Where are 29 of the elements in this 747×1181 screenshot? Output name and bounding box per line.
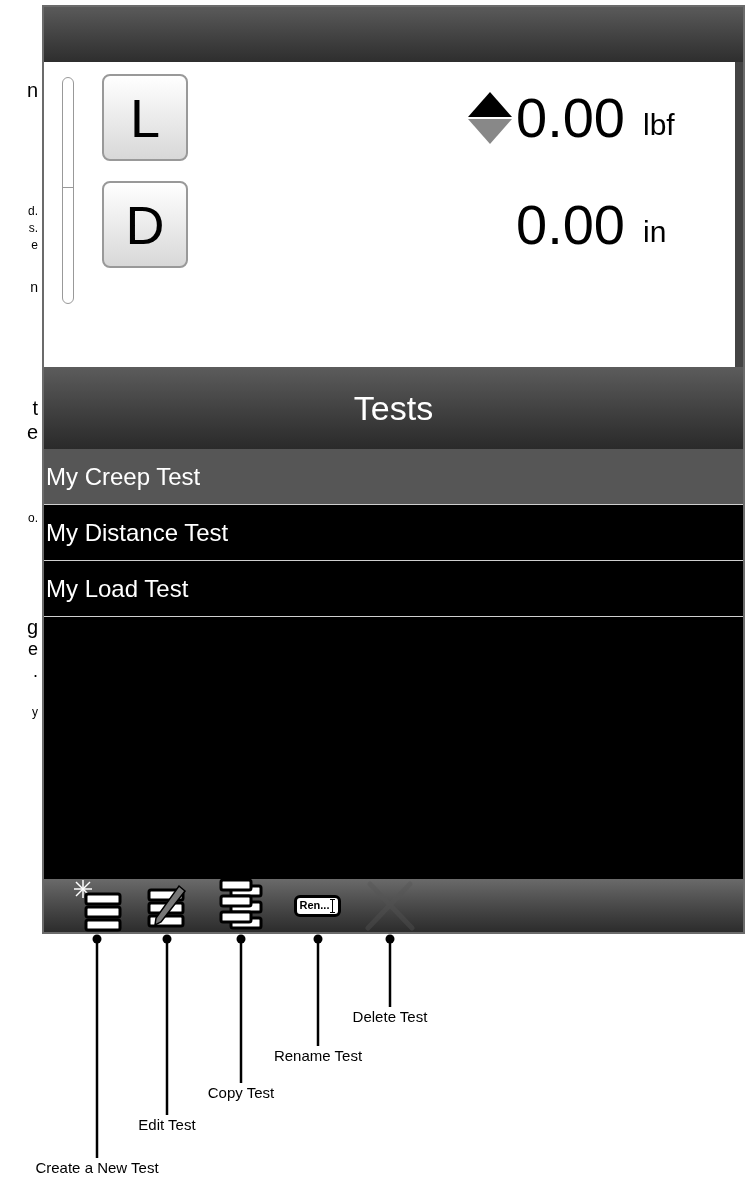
- reading-unit: in: [643, 216, 668, 247]
- text-fragment: e: [28, 640, 38, 658]
- text-fragment: s.: [28, 222, 38, 234]
- rename-button[interactable]: Ren...: [280, 880, 355, 931]
- text-fragment: d.: [28, 205, 38, 217]
- reading-value: 0.00: [516, 89, 625, 146]
- text-fragment: .: [33, 662, 38, 680]
- list-pencil-icon: [147, 883, 187, 928]
- text-fragment: e: [26, 422, 38, 442]
- callout-label: Edit Test: [138, 1117, 196, 1132]
- callout-label: Copy Test: [207, 1085, 275, 1100]
- text-fragment: o.: [28, 512, 38, 524]
- text-fragment: n: [26, 80, 38, 100]
- text-fragment: t: [32, 398, 38, 418]
- callout-label: Create a New Test: [35, 1160, 159, 1175]
- test-row[interactable]: My Creep Test: [44, 449, 743, 505]
- callout-label: Rename Test: [273, 1048, 363, 1063]
- channel-button[interactable]: L: [102, 74, 188, 161]
- channel-button[interactable]: D: [102, 181, 188, 268]
- tests-title: Tests: [353, 387, 434, 429]
- scrollbar[interactable]: [62, 77, 74, 304]
- text-fragment: g: [26, 617, 38, 637]
- text-fragment: n: [30, 280, 38, 294]
- reading-value: 0.00: [516, 196, 625, 253]
- text-fragment: y: [32, 706, 38, 718]
- text-fragment: e: [31, 239, 38, 251]
- callout-label: Delete Test: [352, 1009, 428, 1024]
- text-cursor-icon: [330, 898, 336, 913]
- reading-unit: lbf: [643, 109, 676, 140]
